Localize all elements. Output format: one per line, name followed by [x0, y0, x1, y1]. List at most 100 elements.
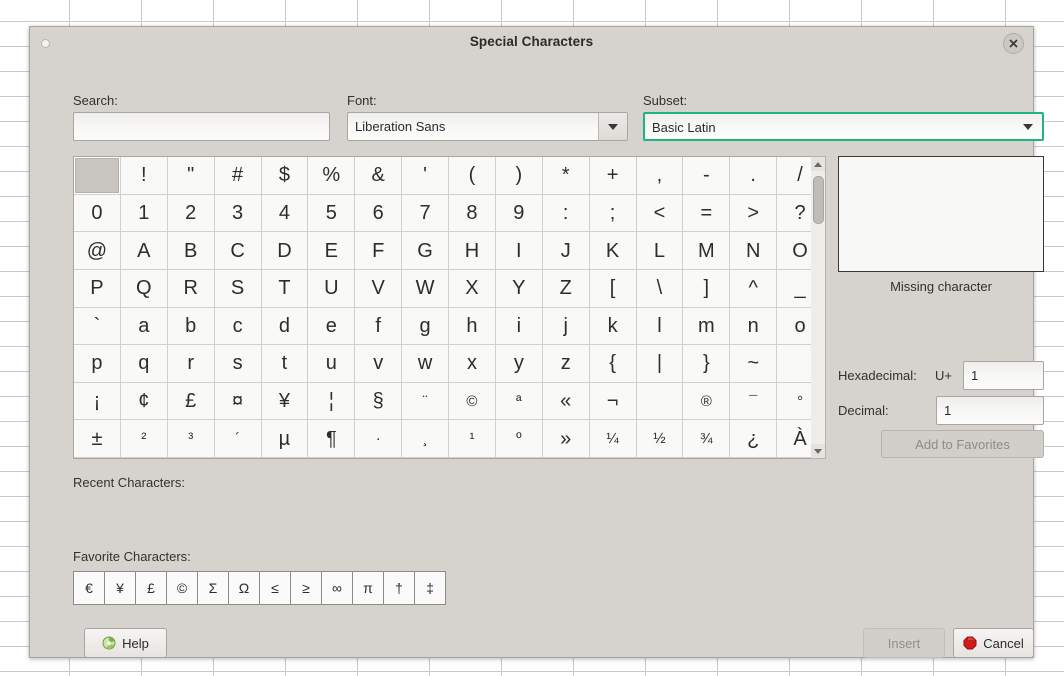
character-cell[interactable]: Z	[542, 269, 590, 308]
search-input[interactable]	[73, 112, 330, 141]
character-cell[interactable]: l	[636, 307, 684, 346]
character-cell[interactable]: F	[355, 232, 403, 270]
character-cell[interactable]: R	[167, 269, 215, 308]
character-cell[interactable]: 9	[495, 194, 543, 233]
character-cell[interactable]: i	[495, 307, 543, 346]
character-cell[interactable]: j	[542, 307, 590, 346]
character-cell[interactable]: Y	[495, 269, 543, 308]
character-cell[interactable]: r	[167, 345, 215, 383]
character-cell[interactable]: ¦	[308, 382, 356, 421]
close-icon[interactable]	[1003, 33, 1024, 54]
character-cell[interactable]: u	[308, 345, 356, 383]
character-cell[interactable]: p	[74, 345, 121, 383]
character-cell[interactable]: v	[355, 345, 403, 383]
character-cell[interactable]: z	[542, 345, 590, 383]
character-cell[interactable]: 6	[355, 194, 403, 233]
character-cell[interactable]: ©	[449, 382, 496, 421]
character-cell[interactable]: ;	[589, 194, 637, 233]
character-cell[interactable]: 5	[308, 194, 356, 233]
character-cell[interactable]: \	[636, 269, 684, 308]
scroll-up-icon[interactable]	[811, 157, 825, 171]
character-cell[interactable]: |	[636, 345, 684, 383]
character-cell[interactable]: 7	[402, 194, 449, 233]
character-cell[interactable]: M	[683, 232, 731, 270]
favorite-characters-list[interactable]: € ¥ £ © Σ Ω ≤ ≥ ∞ π † ‡	[73, 571, 446, 605]
character-cell[interactable]: C	[214, 232, 262, 270]
character-cell[interactable]: L	[636, 232, 684, 270]
character-cell[interactable]: @	[74, 232, 121, 270]
character-cell[interactable]	[636, 382, 684, 421]
character-cell[interactable]: [	[589, 269, 637, 308]
favorite-character-cell[interactable]: ¥	[104, 571, 136, 605]
character-cell[interactable]: x	[449, 345, 496, 383]
character-cell[interactable]: 8	[449, 194, 496, 233]
character-cell[interactable]: ®	[683, 382, 731, 421]
character-cell[interactable]: «	[542, 382, 590, 421]
character-cell[interactable]: ´	[214, 420, 262, 458]
character-cell[interactable]: ±	[74, 420, 121, 458]
character-cell[interactable]: %	[308, 157, 356, 195]
character-cell[interactable]: E	[308, 232, 356, 270]
character-cell[interactable]: {	[589, 345, 637, 383]
character-cell[interactable]: ,	[636, 157, 684, 195]
character-cell[interactable]: ¢	[120, 382, 168, 421]
character-grid[interactable]: ! " # $% & '() * +, -./0 1 2 3 4 5 6 7 8 9:; < = >? @ A B C D E F G H…	[73, 156, 825, 459]
chevron-down-icon[interactable]	[1014, 114, 1042, 139]
character-cell[interactable]: ¯	[730, 382, 778, 421]
character-cell[interactable]: £	[167, 382, 215, 421]
character-cell[interactable]: 0	[74, 194, 121, 233]
character-cell[interactable]: ¸	[402, 420, 449, 458]
character-cell[interactable]: 2	[167, 194, 215, 233]
favorite-character-cell[interactable]: ‡	[414, 571, 446, 605]
character-cell[interactable]: *	[542, 157, 590, 195]
character-cell[interactable]: }	[683, 345, 731, 383]
character-cell[interactable]: ·	[355, 420, 403, 458]
character-cell[interactable]: a	[120, 307, 168, 346]
character-cell[interactable]: G	[402, 232, 449, 270]
character-cell[interactable]: e	[308, 307, 356, 346]
character-cell[interactable]: ]	[683, 269, 731, 308]
chevron-down-icon[interactable]	[598, 113, 627, 140]
character-cell[interactable]: Q	[120, 269, 168, 308]
character-cell[interactable]: ~	[730, 345, 778, 383]
character-cell[interactable]	[74, 157, 121, 195]
character-cell[interactable]: B	[167, 232, 215, 270]
character-cell[interactable]: V	[355, 269, 403, 308]
favorite-character-cell[interactable]: †	[383, 571, 415, 605]
character-cell[interactable]: J	[542, 232, 590, 270]
favorite-character-cell[interactable]: ≤	[259, 571, 291, 605]
favorite-character-cell[interactable]: Σ	[197, 571, 229, 605]
character-cell[interactable]: ª	[495, 382, 543, 421]
character-cell[interactable]: k	[589, 307, 637, 346]
character-cell[interactable]: $	[261, 157, 309, 195]
font-combobox[interactable]: Liberation Sans	[347, 112, 628, 141]
character-cell[interactable]: s	[214, 345, 262, 383]
character-cell[interactable]: N	[730, 232, 778, 270]
character-cell[interactable]: 4	[261, 194, 309, 233]
character-cell[interactable]: b	[167, 307, 215, 346]
character-cell[interactable]: '	[402, 157, 449, 195]
character-cell[interactable]: U	[308, 269, 356, 308]
favorite-character-cell[interactable]: ≥	[290, 571, 322, 605]
character-cell[interactable]: D	[261, 232, 309, 270]
favorite-character-cell[interactable]: ∞	[321, 571, 353, 605]
character-cell[interactable]: (	[449, 157, 496, 195]
character-cell[interactable]: µ	[261, 420, 309, 458]
character-cell[interactable]: ¾	[683, 420, 731, 458]
character-cell[interactable]: f	[355, 307, 403, 346]
character-cell[interactable]: ¨	[402, 382, 449, 421]
character-cell[interactable]: K	[589, 232, 637, 270]
character-cell[interactable]: #	[214, 157, 262, 195]
character-cell[interactable]: P	[74, 269, 121, 308]
character-cell[interactable]: I	[495, 232, 543, 270]
character-cell[interactable]: A	[120, 232, 168, 270]
character-cell[interactable]: º	[495, 420, 543, 458]
character-cell[interactable]: <	[636, 194, 684, 233]
character-cell[interactable]: »	[542, 420, 590, 458]
character-cell[interactable]: c	[214, 307, 262, 346]
character-cell[interactable]: .	[730, 157, 778, 195]
character-cell[interactable]: H	[449, 232, 496, 270]
decimal-input[interactable]	[936, 396, 1044, 425]
help-button[interactable]: Help	[84, 628, 167, 658]
character-cell[interactable]: &	[355, 157, 403, 195]
